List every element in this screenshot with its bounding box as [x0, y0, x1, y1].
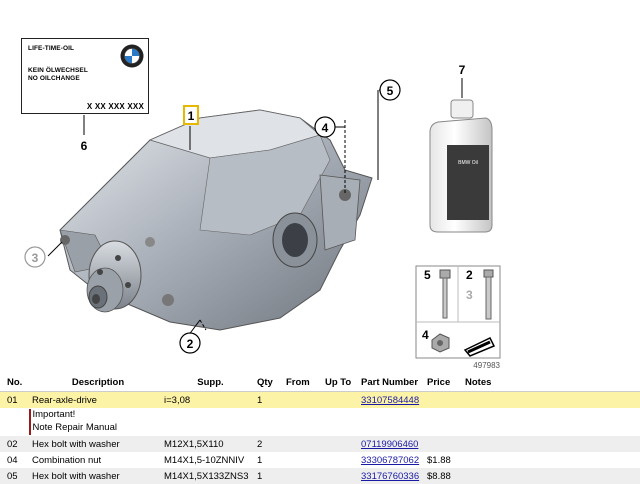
row-qty: 2: [257, 438, 263, 450]
parts-table: No. Description Supp. Qty From Up To Par…: [0, 374, 640, 484]
row-description: Rear-axle-drive: [32, 394, 97, 406]
note-line-2: Note Repair Manual: [32, 421, 118, 433]
inset-label-2: 2: [466, 268, 473, 282]
part-number-link[interactable]: 33107584448: [361, 395, 427, 406]
row-supp: M14X1,5-10ZNNIV: [164, 454, 245, 466]
row-description: Hex bolt with washer: [32, 438, 120, 450]
header-part-number: Part Number: [361, 377, 419, 388]
callout-2: 2: [187, 337, 194, 351]
header-description: Description: [71, 377, 125, 388]
table-row[interactable]: 02 Hex bolt with washer M12X1,5X110 2 07…: [0, 436, 640, 452]
row-qty: 1: [257, 394, 263, 406]
callout-7: 7: [459, 63, 466, 77]
header-upto: Up To: [325, 377, 352, 388]
inset-label-5: 5: [424, 268, 431, 282]
callout-4: 4: [322, 121, 329, 135]
header-from: From: [286, 377, 310, 388]
header-price: Price: [427, 377, 451, 388]
bottle-label-text: BMW Oil: [458, 160, 478, 166]
header-supp: Supp.: [197, 377, 224, 388]
repair-note: Important! Note Repair Manual: [0, 408, 640, 436]
row-no: 02: [7, 438, 18, 450]
diagram-id: 497983: [473, 361, 500, 370]
callout-6: 6: [81, 139, 88, 153]
inset-label-3: 3: [466, 288, 473, 302]
table-row[interactable]: 04 Combination nut M14X1,5-10ZNNIV 1 333…: [0, 452, 640, 468]
table-header: No. Description Supp. Qty From Up To Par…: [0, 374, 640, 392]
row-description: Combination nut: [32, 454, 102, 466]
header-qty: Qty: [257, 377, 273, 388]
parts-diagram: LIFE-TIME-OIL KEIN ÖLWECHSEL NO OILCHANG…: [0, 0, 640, 372]
note-line-1: Important!: [32, 409, 76, 420]
part-number-link[interactable]: 07119906460: [361, 439, 427, 450]
row-supp: i=3,08: [164, 394, 191, 406]
callout-1: 1: [188, 109, 195, 123]
row-no: 04: [7, 454, 18, 466]
callout-5: 5: [387, 84, 394, 98]
row-qty: 1: [257, 454, 263, 466]
diagram-drawing: 1 5 4 3 2 6 7 BMW Oil 5 2 3 4 497983: [24, 63, 501, 370]
row-no: 01: [7, 394, 18, 406]
row-supp: M12X1,5X110: [164, 438, 224, 450]
fasteners-inset: 5 2 3 4 497983: [415, 265, 501, 370]
part-number-link[interactable]: 33306787062: [361, 455, 427, 466]
header-notes: Notes: [465, 377, 492, 388]
table-row[interactable]: 01 Rear-axle-drive i=3,08 1 33107584448: [0, 392, 640, 408]
table-row[interactable]: 05 Hex bolt with washer M14X1,5X133ZNS3 …: [0, 468, 640, 484]
header-no: No.: [7, 377, 23, 388]
row-price: $1.88: [427, 454, 451, 466]
inset-label-4: 4: [422, 328, 429, 342]
callout-3: 3: [32, 251, 39, 265]
oil-bottle: BMW Oil: [429, 99, 493, 233]
